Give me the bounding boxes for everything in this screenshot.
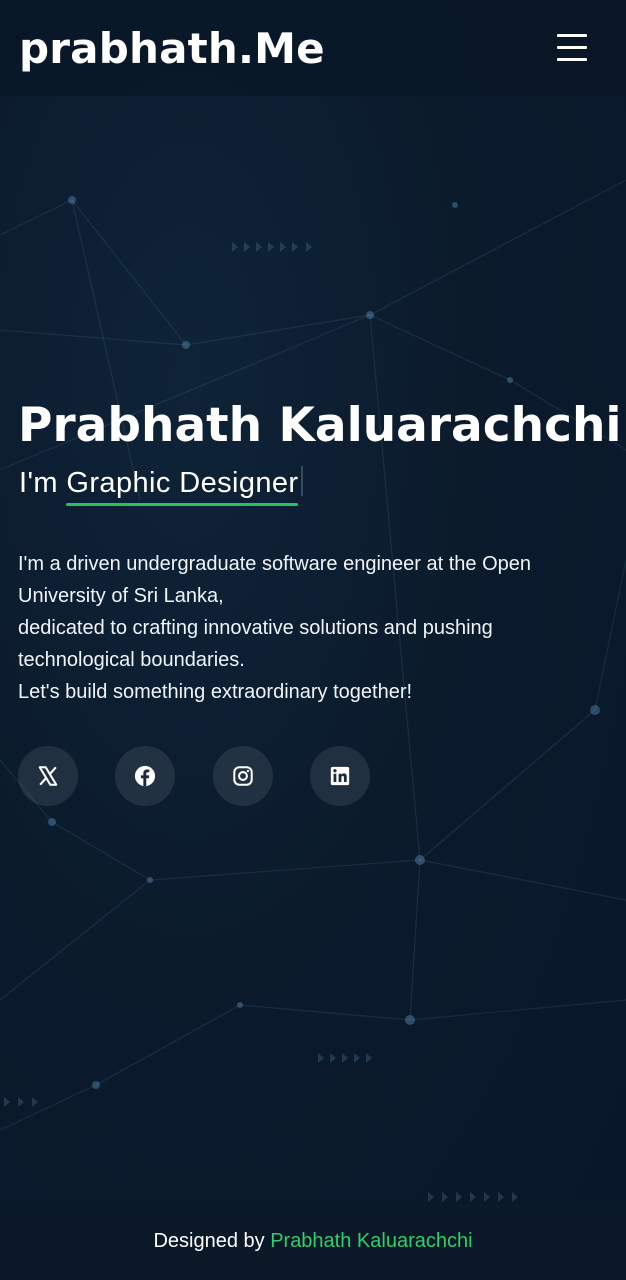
x-twitter-icon: [38, 766, 58, 786]
hamburger-menu-icon[interactable]: [552, 30, 592, 64]
footer-prefix: Designed by: [153, 1230, 265, 1252]
role-prefix: I'm: [19, 467, 58, 499]
x-twitter-button[interactable]: [18, 746, 78, 806]
page: prabhath.Me Prabhath Kaluarachchi I'm Gr…: [0, 0, 626, 1280]
menu-bar: [557, 46, 587, 49]
menu-bar: [557, 34, 587, 37]
linkedin-icon: [330, 766, 350, 786]
menu-bar: [557, 58, 587, 61]
facebook-button[interactable]: [115, 746, 175, 806]
site-logo[interactable]: prabhath.Me: [19, 24, 325, 73]
facebook-icon: [134, 765, 156, 787]
about-line: I'm a driven undergraduate software engi…: [18, 553, 532, 607]
footer-credit: Designed by Prabhath Kaluarachchi: [0, 1230, 626, 1253]
site-header: prabhath.Me: [0, 0, 626, 96]
hero-role: I'm Graphic Designer: [19, 466, 304, 506]
about-line: dedicated to crafting innovative solutio…: [18, 617, 493, 671]
typing-caret: [301, 466, 304, 496]
hero-name: Prabhath Kaluarachchi: [18, 398, 622, 453]
about-line: Let's build something extraordinary toge…: [18, 681, 413, 703]
role-typed-text: Graphic Designer: [66, 467, 299, 506]
instagram-icon: [233, 766, 253, 786]
footer-author-link[interactable]: Prabhath Kaluarachchi: [270, 1230, 472, 1252]
instagram-button[interactable]: [213, 746, 273, 806]
linkedin-button[interactable]: [310, 746, 370, 806]
about-text: I'm a driven undergraduate software engi…: [18, 548, 598, 708]
site-footer: Designed by Prabhath Kaluarachchi: [0, 1204, 626, 1280]
